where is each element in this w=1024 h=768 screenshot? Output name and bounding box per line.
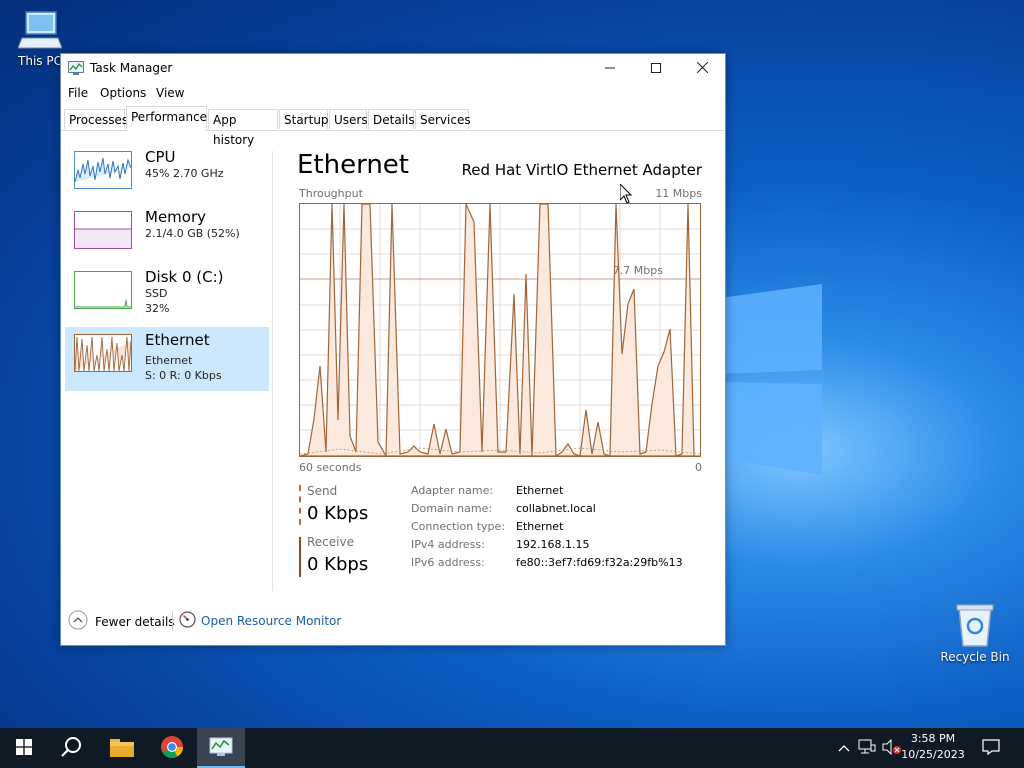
- file-explorer-button[interactable]: [98, 728, 146, 768]
- divider: [272, 151, 273, 591]
- windows-start-icon: [16, 738, 32, 758]
- tab-processes[interactable]: Processes: [64, 109, 128, 129]
- desktop-icon-label: This PC: [18, 54, 62, 68]
- tab-services[interactable]: Services: [415, 109, 471, 129]
- throughput-graph-canvas: [299, 203, 701, 459]
- sidebar-item-detail: 45% 2.70 GHz: [145, 167, 224, 180]
- clock[interactable]: 3:58 PM 10/25/2023: [898, 731, 968, 763]
- menu-options[interactable]: Options: [100, 86, 146, 100]
- task-manager-taskbar-button[interactable]: [197, 728, 245, 768]
- sidebar-item-label: CPU: [145, 148, 176, 166]
- tab-users[interactable]: Users: [329, 109, 368, 129]
- window-title: Task Manager: [90, 61, 173, 75]
- fewer-details-button[interactable]: Fewer details: [68, 610, 175, 633]
- sidebar-item-cpu[interactable]: CPU 45% 2.70 GHz: [65, 144, 269, 208]
- property-label: IPv6 address:: [411, 556, 485, 569]
- memory-thumbnail-graph: [74, 211, 132, 249]
- chrome-button[interactable]: [148, 728, 196, 768]
- search-button[interactable]: [48, 728, 96, 768]
- desktop-icon-label: Recycle Bin: [940, 650, 1010, 664]
- mouse-cursor-icon: [619, 182, 633, 207]
- send-label: Send: [307, 484, 338, 498]
- sidebar-item-memory[interactable]: Memory 2.1/4.0 GB (52%): [65, 204, 269, 268]
- tab-app-history[interactable]: App history: [208, 109, 278, 147]
- notification-icon: [982, 738, 1000, 758]
- search-icon: [61, 736, 83, 761]
- property-value: 192.168.1.15: [516, 538, 590, 551]
- start-button[interactable]: [0, 728, 48, 768]
- minimize-button[interactable]: [587, 54, 633, 82]
- tab-startup[interactable]: Startup: [279, 109, 329, 129]
- page-title: Ethernet: [297, 150, 409, 180]
- menu-bar: File Options View: [61, 82, 725, 104]
- task-manager-icon: [68, 61, 84, 78]
- sidebar-item-detail: 32%: [145, 302, 170, 315]
- throughput-graph: [299, 203, 701, 459]
- clock-date: 10/25/2023: [901, 748, 965, 761]
- receive-label: Receive: [307, 535, 354, 549]
- sidebar-item-ethernet[interactable]: Ethernet Ethernet S: 0 R: 0 Kbps: [65, 327, 269, 391]
- system-tray: [838, 728, 902, 768]
- ethernet-thumbnail-graph: [74, 334, 132, 372]
- title-bar[interactable]: Task Manager: [61, 54, 725, 82]
- sidebar-item-label: Memory: [145, 208, 207, 226]
- graph-label: Throughput: [299, 187, 363, 200]
- adapter-model: Red Hat VirtIO Ethernet Adapter: [461, 161, 702, 179]
- fewer-details-label: Fewer details: [95, 614, 175, 629]
- close-icon: [696, 59, 708, 77]
- menu-view[interactable]: View: [156, 86, 184, 100]
- show-hidden-icons-chevron-up-icon[interactable]: [838, 741, 850, 755]
- property-value: Ethernet: [516, 520, 564, 533]
- taskbar: 3:58 PM 10/25/2023: [0, 728, 1024, 768]
- property-label: Adapter name:: [411, 484, 494, 497]
- folder-icon: [110, 737, 134, 760]
- chrome-icon: [160, 735, 184, 762]
- resource-monitor-icon: [179, 611, 196, 631]
- task-manager-icon: [209, 737, 233, 760]
- action-center-button[interactable]: [968, 728, 1014, 768]
- receive-value: 0 Kbps: [307, 554, 369, 575]
- close-button[interactable]: [679, 54, 725, 82]
- task-manager-window: Task Manager File Options View Processes…: [60, 53, 726, 646]
- recycle-bin-icon: [937, 602, 1013, 648]
- menu-file[interactable]: File: [68, 86, 88, 100]
- open-resource-monitor-link[interactable]: Open Resource Monitor: [179, 611, 341, 631]
- cpu-thumbnail-graph: [74, 151, 132, 189]
- resource-monitor-label: Open Resource Monitor: [201, 614, 342, 628]
- property-value: fe80::3ef7:fd69:f32a:29fb%13: [516, 556, 683, 569]
- sidebar-item-detail: SSD: [145, 287, 168, 300]
- sidebar-item-label: Ethernet: [145, 331, 210, 349]
- time-window-label: 60 seconds: [299, 461, 362, 474]
- minimize-icon: [605, 59, 615, 77]
- sidebar-item-detail: Ethernet: [145, 354, 193, 367]
- time-zero-label: 0: [695, 461, 702, 474]
- disk-thumbnail-graph: [74, 271, 132, 309]
- sidebar-item-label: Disk 0 (C:): [145, 268, 224, 286]
- send-value: 0 Kbps: [307, 503, 369, 524]
- property-value: collabnet.local: [516, 502, 596, 515]
- send-legend-bar: [299, 485, 301, 525]
- desktop-icon-recycle-bin[interactable]: Recycle Bin: [937, 602, 1013, 664]
- sidebar-item-detail: S: 0 R: 0 Kbps: [145, 369, 222, 382]
- tab-performance[interactable]: Performance: [126, 106, 207, 131]
- computer-icon: [2, 8, 78, 52]
- sidebar-item-disk[interactable]: Disk 0 (C:) SSD 32%: [65, 264, 269, 328]
- footer-divider: [172, 611, 173, 631]
- property-label: IPv4 address:: [411, 538, 485, 551]
- clock-time: 3:58 PM: [910, 732, 956, 745]
- property-value: Ethernet: [516, 484, 564, 497]
- maximize-icon: [651, 59, 661, 77]
- graph-max-label: 11 Mbps: [655, 187, 702, 200]
- receive-legend-bar: [299, 537, 301, 577]
- maximize-button[interactable]: [633, 54, 679, 82]
- tab-details[interactable]: Details: [368, 109, 415, 129]
- property-label: Domain name:: [411, 502, 493, 515]
- graph-mid-label: 7.7 Mbps: [612, 264, 663, 277]
- chevron-up-icon: [68, 610, 88, 633]
- sidebar-item-detail: 2.1/4.0 GB (52%): [145, 227, 240, 240]
- network-icon[interactable]: [858, 739, 876, 758]
- tab-strip: Processes Performance App history Startu…: [61, 106, 725, 147]
- property-label: Connection type:: [411, 520, 506, 533]
